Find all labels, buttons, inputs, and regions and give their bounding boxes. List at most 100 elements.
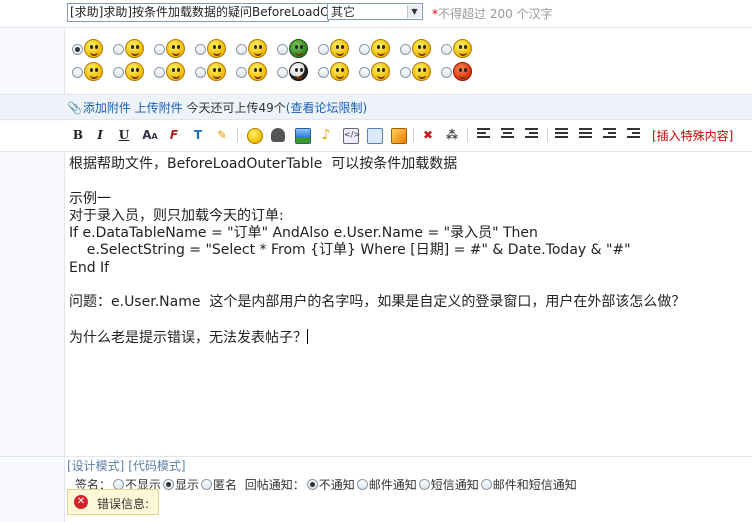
smiley-icon — [412, 39, 431, 58]
text-caret — [307, 328, 308, 344]
forum-limit-link[interactable]: (查看论坛限制) — [286, 101, 367, 115]
editor-line: e.SelectString = "Select * From {订单} Whe… — [69, 242, 631, 259]
error-icon: ✕ — [74, 495, 88, 509]
smiley-radio[interactable] — [236, 44, 247, 55]
smiley-radio[interactable] — [359, 67, 370, 78]
ordered-list-icon[interactable] — [555, 128, 568, 140]
outdent-icon[interactable] — [603, 128, 616, 140]
smiley-radio[interactable] — [277, 67, 288, 78]
notify-sms-radio[interactable] — [418, 479, 430, 490]
smiley-option[interactable] — [318, 62, 356, 82]
indent-icon[interactable] — [627, 128, 640, 140]
smiley-radio[interactable] — [113, 67, 124, 78]
font-color-icon[interactable]: T — [189, 126, 207, 144]
smiley-icon — [453, 39, 472, 58]
smiley-option[interactable] — [318, 39, 356, 59]
smiley-icon — [166, 39, 185, 58]
align-left-icon[interactable] — [477, 128, 490, 140]
smiley-radio[interactable] — [400, 67, 411, 78]
smiley-icon — [289, 39, 308, 58]
post-editor[interactable]: 根据帮助文件，BeforeLoadOuterTable 可以按条件加载数据 示例一… — [65, 152, 752, 459]
smiley-option[interactable] — [400, 39, 438, 59]
smiley-radio[interactable] — [154, 67, 165, 78]
smiley-icon — [84, 62, 103, 81]
italic-button[interactable]: I — [91, 126, 109, 144]
align-center-icon[interactable] — [501, 128, 514, 140]
highlight-icon[interactable]: ✎ — [213, 126, 231, 144]
smiley-radio[interactable] — [195, 44, 206, 55]
smiley-option[interactable] — [113, 62, 151, 82]
smiley-radio[interactable] — [400, 44, 411, 55]
sig-show-radio[interactable] — [163, 479, 175, 490]
align-right-icon[interactable] — [525, 128, 538, 140]
code-mode-link[interactable]: [代码模式] — [128, 459, 185, 473]
category-select[interactable]: 其它 ▼ — [327, 3, 423, 20]
title-limit-hint: *不得超过 200 个汉字 — [432, 7, 553, 21]
paperclip-icon: 📎 — [67, 101, 82, 115]
upload-quota: 今天还可上传49个 — [186, 101, 286, 115]
design-mode-link[interactable]: [设计模式] — [67, 459, 124, 473]
attach-row: 📎 添加附件 上传附件 今天还可上传49个(查看论坛限制) — [0, 95, 752, 120]
smiley-option[interactable] — [277, 62, 315, 82]
smiley-radio[interactable] — [318, 44, 329, 55]
smiley-radio[interactable] — [441, 67, 452, 78]
subject-input[interactable]: [求助]求助]按条件加载数据的疑问BeforeLoadO — [67, 3, 329, 22]
notify-mail-radio[interactable] — [356, 479, 368, 490]
smiley-icon — [453, 62, 472, 81]
upload-attachment-link[interactable]: 上传附件 — [135, 101, 183, 115]
smiley-radio[interactable] — [113, 44, 124, 55]
smiley-radio[interactable] — [72, 67, 83, 78]
smiley-option[interactable] — [236, 62, 274, 82]
error-label: 错误信息: — [97, 497, 150, 511]
smiley-option[interactable] — [400, 62, 438, 82]
code-icon[interactable]: </> — [343, 128, 360, 144]
smiley-option[interactable] — [154, 62, 192, 82]
font-size-icon[interactable]: AA — [141, 126, 159, 144]
flash-icon[interactable]: ⁂ — [443, 126, 461, 144]
smiley-option[interactable] — [113, 39, 151, 59]
smiley-option[interactable] — [277, 39, 315, 59]
smiley-radio[interactable] — [195, 67, 206, 78]
smiley-icon — [412, 62, 431, 81]
add-attachment-link[interactable]: 添加附件 — [83, 101, 131, 115]
font-family-icon[interactable]: F — [165, 126, 183, 144]
smiley-radio[interactable] — [154, 44, 165, 55]
smiley-icon — [166, 62, 185, 81]
smiley-option[interactable] — [154, 39, 192, 59]
smiley-option[interactable] — [195, 39, 233, 59]
smiley-option[interactable] — [359, 62, 397, 82]
smiley-option[interactable] — [72, 62, 110, 82]
smiley-option[interactable] — [441, 62, 479, 82]
smiley-radio[interactable] — [441, 44, 452, 55]
quote-icon[interactable] — [367, 128, 383, 144]
underline-button[interactable]: U — [115, 126, 133, 144]
smiley-row — [0, 28, 752, 95]
anon-radio[interactable] — [201, 479, 213, 490]
notify-none-radio[interactable] — [306, 479, 318, 490]
smiley-option[interactable] — [359, 39, 397, 59]
smiley-radio[interactable] — [318, 67, 329, 78]
smiley-option[interactable] — [236, 39, 274, 59]
image-icon[interactable] — [295, 128, 311, 144]
smiley-radio[interactable] — [359, 44, 370, 55]
smiley-radio[interactable] — [236, 67, 247, 78]
table-icon[interactable] — [391, 128, 407, 144]
music-icon[interactable]: ♪ — [317, 126, 335, 144]
unordered-list-icon[interactable] — [579, 128, 592, 140]
user-icon[interactable] — [271, 128, 285, 142]
smiley-option[interactable] — [195, 62, 233, 82]
smiley-option[interactable] — [441, 39, 479, 59]
smiley-option[interactable] — [72, 39, 110, 59]
insert-special-button[interactable]: [插入特殊内容] — [652, 127, 733, 144]
notify-both-radio[interactable] — [480, 479, 492, 490]
smiley-radio[interactable] — [277, 44, 288, 55]
title-row: [求助]求助]按条件加载数据的疑问BeforeLoadO 其它 ▼ *不得超过 … — [0, 0, 752, 28]
smiley-radio[interactable] — [72, 44, 83, 55]
clear-format-icon[interactable]: ✖ — [419, 126, 437, 144]
chevron-down-icon[interactable]: ▼ — [407, 5, 421, 18]
smiley-insert-icon[interactable] — [247, 128, 263, 144]
editor-line: 根据帮助文件，BeforeLoadOuterTable 可以按条件加载数据 — [69, 156, 458, 172]
bold-button[interactable]: B — [69, 126, 87, 144]
smiley-icon — [207, 62, 226, 81]
